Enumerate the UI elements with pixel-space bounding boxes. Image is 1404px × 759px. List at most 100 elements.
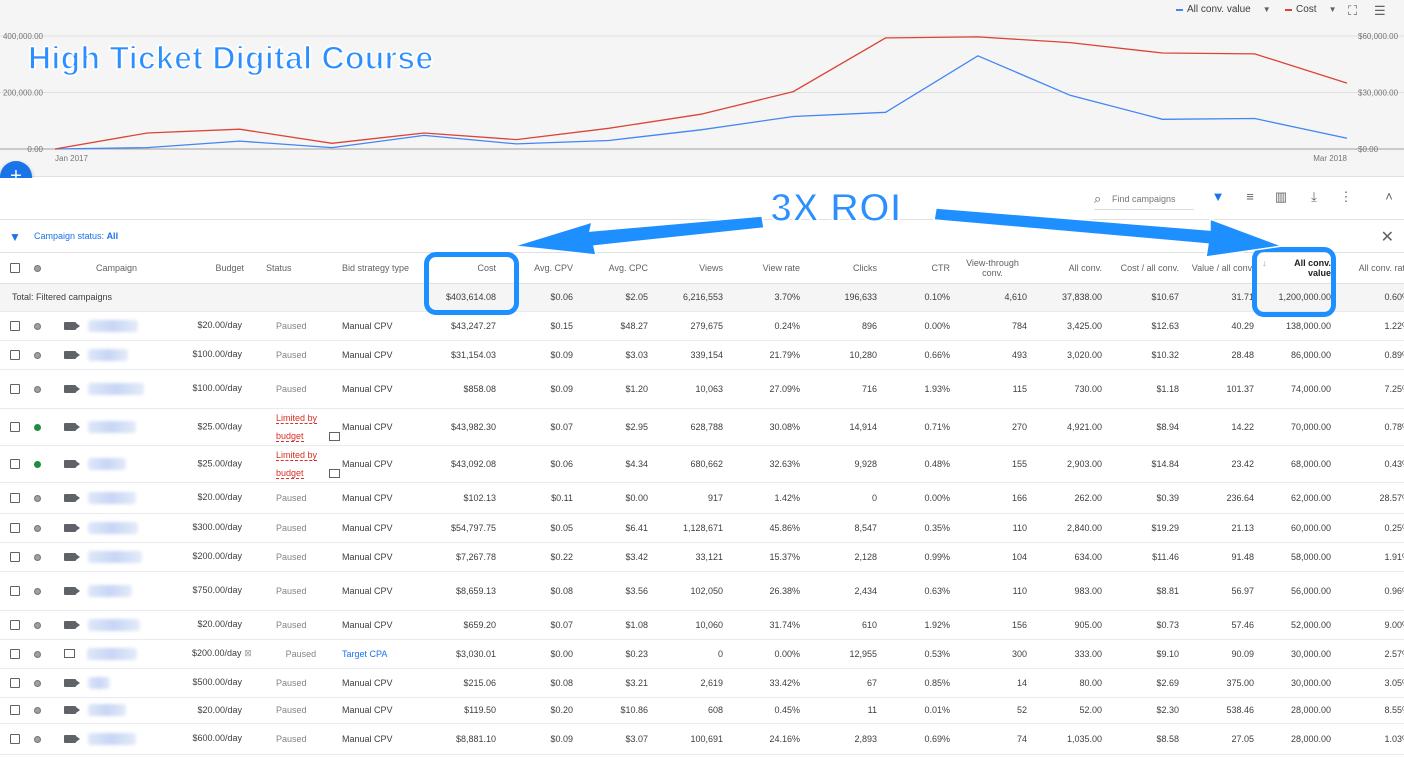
budget-cell[interactable]: $25.00/dayLimited by budget [188,408,341,446]
header-bid-strategy[interactable]: Bid strategy type [328,253,422,284]
table-row[interactable]: $750.00/day Paused Manual CPV $8,659.13 $0.… [0,571,1404,611]
header-campaign[interactable]: Campaign [52,253,188,284]
budget-cell[interactable]: $500.00/day Paused [188,668,328,698]
campaign-name[interactable] [52,408,188,446]
campaign-name[interactable] [52,513,188,543]
campaign-name[interactable] [52,668,188,698]
search-box[interactable]: ⌕ [1094,188,1194,210]
row-checkbox[interactable] [0,369,30,409]
campaign-name[interactable] [52,542,188,572]
table-row[interactable]: $25.00/dayLimited by budget Manual CPV $43… [0,445,1404,483]
filter-icon[interactable]: ▼ [1210,189,1226,204]
row-checkbox[interactable] [0,311,30,341]
row-checkbox[interactable] [0,610,30,640]
campaign-name[interactable] [52,482,188,514]
row-checkbox[interactable] [0,408,30,446]
table-row[interactable]: $600.00/day Paused Manual CPV $8,881.10 $0.… [0,723,1404,755]
budget-cell[interactable]: $25.00/dayLimited by budget [188,445,341,483]
cell-all-conv: 52.00 [1031,697,1106,724]
header-views[interactable]: Views [652,253,727,284]
campaign-name[interactable] [52,639,188,669]
table-row[interactable]: $20.00/day Paused Manual CPV $102.13 $0.11 $… [0,482,1404,514]
more-icon[interactable]: ⋮ [1338,189,1354,205]
row-checkbox[interactable] [0,571,30,611]
close-icon[interactable]: ✕ [1381,227,1394,247]
campaign-name[interactable] [52,311,188,341]
status-limited-budget[interactable]: Limited by budget [276,446,318,482]
columns-icon[interactable]: ▥ [1273,189,1289,205]
table-row[interactable]: $20.00/day Paused Manual CPV $43,247.27 $0.… [0,311,1404,341]
filter-chip[interactable]: Campaign status: All [34,231,118,241]
header-view-through-conv[interactable]: View-through conv. [954,253,1031,284]
budget-cell[interactable]: $100.00/day Paused [188,369,328,409]
campaign-name[interactable] [52,340,188,370]
header-clicks[interactable]: Clicks [804,253,881,284]
header-all-conv[interactable]: All conv. [1031,253,1106,284]
tune-icon[interactable]: ☰ [1374,3,1386,19]
campaign-name[interactable] [52,571,188,611]
cell-vtc: 104 [954,542,1031,572]
budget-cell[interactable]: $20.00/day Paused [188,482,328,514]
select-all-checkbox[interactable] [0,253,30,284]
cell-ctr: 0.99% [881,542,954,572]
segment-icon[interactable]: ≡ [1242,189,1258,204]
trend-icon[interactable] [329,431,341,441]
budget-cell[interactable]: $20.00/day Paused [188,697,328,724]
header-ctr[interactable]: CTR [881,253,954,284]
collapse-icon[interactable]: ˄ [1381,189,1397,204]
search-input[interactable] [1112,193,1192,204]
campaign-name[interactable] [52,445,188,483]
cell-value: 30,000.00 [1258,639,1335,669]
trend-icon[interactable] [329,468,341,478]
bid-strategy: Manual CPV [328,697,422,724]
row-checkbox[interactable] [0,668,30,698]
status-limited-budget[interactable]: Limited by budget [276,409,318,445]
table-row[interactable]: $500.00/day Paused Manual CPV $215.06 $0.08… [0,668,1404,698]
campaign-name[interactable] [52,369,188,409]
budget-cell[interactable]: $20.00/day Paused [188,311,328,341]
cell-value-per: 23.42 [1183,445,1258,483]
row-checkbox[interactable] [0,513,30,543]
download-icon[interactable]: ⤓ [1306,189,1322,205]
header-avg-cpc[interactable]: Avg. CPC [577,253,652,284]
table-row[interactable]: $300.00/day Paused Manual CPV $54,797.75 $0… [0,513,1404,543]
header-cost-per-conv[interactable]: Cost / all conv. [1106,253,1183,284]
budget-cell[interactable]: $300.00/day Paused [188,513,328,543]
table-row[interactable]: $20.00/day Paused Manual CPV $119.50 $0.20 $… [0,697,1404,724]
budget-cell[interactable]: $200.00/day ⊠ Paused [188,639,328,669]
header-status[interactable]: Status [248,253,328,284]
status-dot-header [30,253,52,284]
table-row[interactable]: $20.00/day Paused Manual CPV $659.20 $0.07 $… [0,610,1404,640]
header-all-conv-rate[interactable]: All conv. rate [1335,253,1404,284]
table-row[interactable]: $100.00/day Paused Manual CPV $858.08 $0.09… [0,369,1404,409]
header-value-per-conv[interactable]: Value / all conv. [1183,253,1258,284]
table-row[interactable]: $100.00/day Paused Manual CPV $31,154.03 $0… [0,340,1404,370]
budget-cell[interactable]: $750.00/day Paused [188,571,328,611]
campaign-name[interactable] [52,723,188,755]
legend-cost[interactable]: Cost ▼ [1285,4,1336,15]
cell-view-rate: 32.63% [727,445,804,483]
table-row[interactable]: $25.00/dayLimited by budget Manual CPV $43… [0,408,1404,446]
cell-cpv: $0.15 [500,311,577,341]
budget-cell[interactable]: $20.00/day Paused [188,610,328,640]
table-row[interactable]: $200.00/day Paused Manual CPV $7,267.78 $0.… [0,542,1404,572]
row-checkbox[interactable] [0,542,30,572]
budget-cell[interactable]: $100.00/day Paused [188,340,328,370]
row-checkbox[interactable] [0,639,30,669]
header-budget[interactable]: Budget [188,253,248,284]
row-checkbox[interactable] [0,482,30,514]
campaign-name[interactable] [52,610,188,640]
campaign-name[interactable] [52,697,188,724]
row-checkbox[interactable] [0,445,30,483]
header-view-rate[interactable]: View rate [727,253,804,284]
row-checkbox[interactable] [0,340,30,370]
table-row[interactable]: $200.00/day ⊠ Paused Target CPA $3,030.01 $… [0,639,1404,669]
chart-icon[interactable]: ⊠ [244,648,252,658]
legend-conv-value[interactable]: All conv. value ▼ [1176,4,1271,15]
row-checkbox[interactable] [0,723,30,755]
cell-view-rate: 33.42% [727,668,804,698]
budget-cell[interactable]: $600.00/day Paused [188,723,328,755]
fullscreen-icon[interactable]: ⛶ [1348,3,1357,19]
row-checkbox[interactable] [0,697,30,724]
budget-cell[interactable]: $200.00/day Paused [188,542,328,572]
